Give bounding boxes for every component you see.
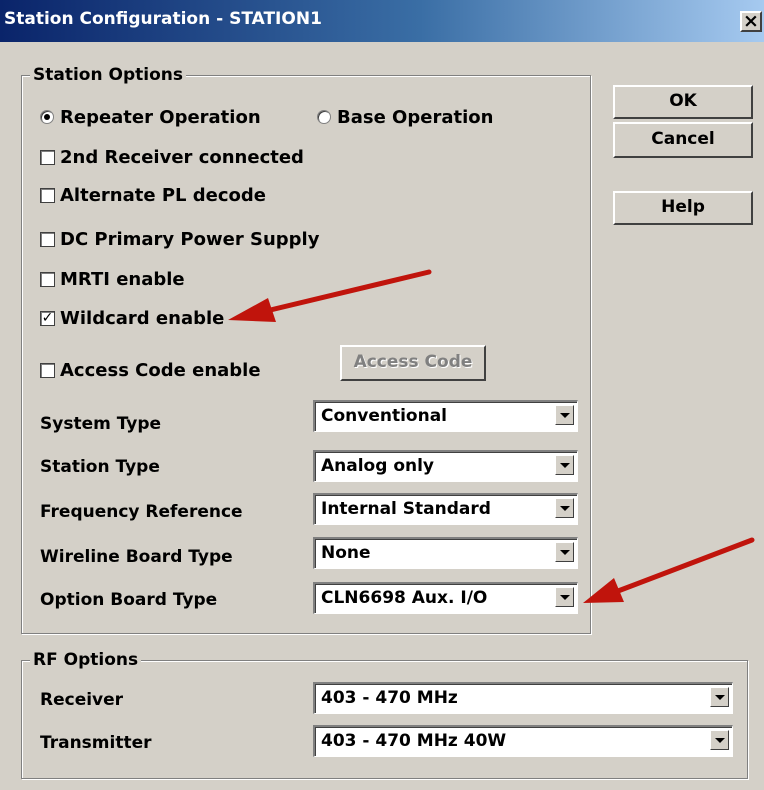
mrti-label: MRTI enable xyxy=(60,268,185,290)
option-board-type-dropdown[interactable]: CLN6698 Aux. I/O xyxy=(313,582,578,614)
transmitter-label: Transmitter xyxy=(40,733,152,753)
wireline-board-type-value: None xyxy=(321,543,371,563)
checkbox-box[interactable] xyxy=(40,149,55,165)
station-configuration-dialog: Station Configuration - STATION1 × Stati… xyxy=(0,0,764,790)
checkmark-icon[interactable]: ✓ xyxy=(40,310,55,326)
mrti-checkbox[interactable]: MRTI enable xyxy=(40,268,185,290)
close-icon: × xyxy=(743,10,759,32)
access-code-label: Access Code enable xyxy=(60,359,261,381)
option-board-type-value: CLN6698 Aux. I/O xyxy=(321,588,488,608)
alternate-pl-checkbox[interactable]: Alternate PL decode xyxy=(40,184,266,206)
checkbox-box[interactable] xyxy=(40,231,55,247)
repeater-operation-label: Repeater Operation xyxy=(60,106,261,128)
chevron-down-icon[interactable] xyxy=(710,730,729,750)
transmitter-value: 403 - 470 MHz 40W xyxy=(321,731,507,751)
chevron-down-icon[interactable] xyxy=(710,687,729,707)
chevron-down-icon[interactable] xyxy=(555,455,574,475)
help-button[interactable]: Help xyxy=(613,191,753,225)
wildcard-label: Wildcard enable xyxy=(60,307,225,329)
close-button[interactable]: × xyxy=(740,11,762,32)
transmitter-dropdown[interactable]: 403 - 470 MHz 40W xyxy=(313,725,733,757)
wildcard-checkbox[interactable]: ✓ Wildcard enable xyxy=(40,307,224,329)
checkbox-box[interactable] xyxy=(40,187,55,203)
wireline-board-type-label: Wireline Board Type xyxy=(40,547,233,567)
dc-power-checkbox[interactable]: DC Primary Power Supply xyxy=(40,228,319,250)
alternate-pl-label: Alternate PL decode xyxy=(60,184,266,206)
option-board-type-label: Option Board Type xyxy=(40,590,218,610)
receiver-dropdown[interactable]: 403 - 470 MHz xyxy=(313,682,733,714)
chevron-down-icon[interactable] xyxy=(555,542,574,562)
station-type-label: Station Type xyxy=(40,457,160,477)
chevron-down-icon[interactable] xyxy=(555,498,574,518)
cancel-button[interactable]: Cancel xyxy=(613,122,753,158)
chevron-down-icon[interactable] xyxy=(555,405,574,425)
second-receiver-label: 2nd Receiver connected xyxy=(60,146,304,168)
station-options-legend: Station Options xyxy=(30,65,186,85)
rf-options-legend: RF Options xyxy=(30,650,142,670)
frequency-reference-value: Internal Standard xyxy=(321,499,491,519)
frequency-reference-label: Frequency Reference xyxy=(40,502,243,522)
title-bar: Station Configuration - STATION1 × xyxy=(0,0,764,42)
window-title: Station Configuration - STATION1 xyxy=(4,9,322,29)
station-type-value: Analog only xyxy=(321,456,435,476)
base-operation-radio[interactable]: Base Operation xyxy=(317,106,493,128)
rf-options-group xyxy=(21,660,748,779)
wireline-board-type-dropdown[interactable]: None xyxy=(313,537,578,569)
receiver-value: 403 - 470 MHz xyxy=(321,688,458,708)
frequency-reference-dropdown[interactable]: Internal Standard xyxy=(313,493,578,525)
radio-selected-indicator[interactable] xyxy=(40,110,54,124)
checkbox-box[interactable] xyxy=(40,271,55,287)
system-type-value: Conventional xyxy=(321,406,448,426)
system-type-label: System Type xyxy=(40,414,162,434)
arrow-to-option-board-icon xyxy=(583,537,755,603)
chevron-down-icon[interactable] xyxy=(555,587,574,607)
access-code-checkbox[interactable]: Access Code enable xyxy=(40,359,261,381)
access-code-button[interactable]: Access Code xyxy=(340,345,486,381)
receiver-label: Receiver xyxy=(40,690,124,710)
radio-unselected-indicator[interactable] xyxy=(317,110,331,124)
base-operation-label: Base Operation xyxy=(337,106,494,128)
second-receiver-checkbox[interactable]: 2nd Receiver connected xyxy=(40,146,304,168)
system-type-dropdown[interactable]: Conventional xyxy=(313,400,578,432)
checkbox-box[interactable] xyxy=(40,362,55,378)
ok-button[interactable]: OK xyxy=(613,85,753,119)
station-type-dropdown[interactable]: Analog only xyxy=(313,450,578,482)
dc-power-label: DC Primary Power Supply xyxy=(60,228,320,250)
repeater-operation-radio[interactable]: Repeater Operation xyxy=(40,106,261,128)
